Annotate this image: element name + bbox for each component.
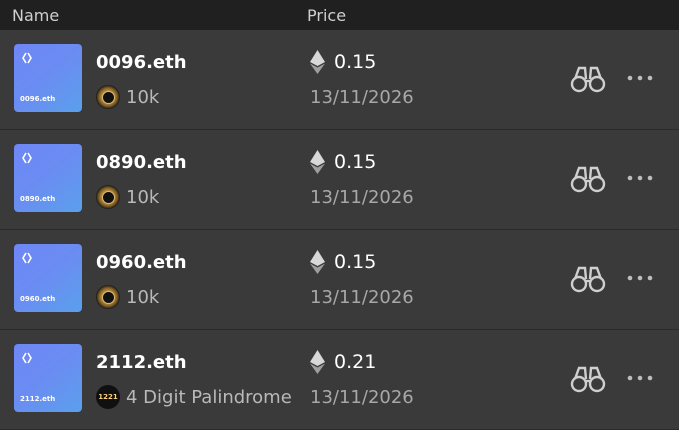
domain-thumbnail[interactable]: 0096.eth <box>14 44 82 112</box>
ens-logo-icon <box>22 352 32 364</box>
table-row[interactable]: 2112.eth 2112.eth 1221 4 Digit Palindrom… <box>0 330 679 430</box>
domain-name[interactable]: 0096.eth <box>96 52 187 73</box>
domain-tag: 10k <box>96 185 298 209</box>
domain-tag: 10k <box>96 85 298 109</box>
ens-logo-icon <box>22 52 32 64</box>
table-header: Name Price <box>0 0 679 30</box>
domain-name[interactable]: 2112.eth <box>96 352 187 373</box>
binoculars-icon[interactable] <box>570 165 606 193</box>
price-value: 0.15 <box>334 251 377 273</box>
ethereum-icon <box>310 350 325 374</box>
expiry-date: 13/11/2026 <box>310 287 414 308</box>
column-header-name[interactable]: Name <box>12 6 59 25</box>
ethereum-icon <box>310 50 325 74</box>
table-row[interactable]: 0890.eth 0890.eth 10k 0.15 13/11/2026 <box>0 130 679 230</box>
domain-thumbnail[interactable]: 0890.eth <box>14 144 82 212</box>
table-row[interactable]: 0960.eth 0960.eth 10k 0.15 13/11/2026 <box>0 230 679 330</box>
price: 0.15 <box>310 150 376 174</box>
price-value: 0.15 <box>334 51 377 73</box>
more-horizontal-icon[interactable] <box>627 370 653 386</box>
more-horizontal-icon[interactable] <box>627 270 653 286</box>
price-value: 0.21 <box>334 351 377 373</box>
thumbnail-label: 0890.eth <box>20 195 56 203</box>
price-value: 0.15 <box>334 151 377 173</box>
tag-label: 10k <box>126 86 160 108</box>
binoculars-icon[interactable] <box>570 365 606 393</box>
tag-label: 4 Digit Palindrome <box>126 386 292 408</box>
expiry-date: 13/11/2026 <box>310 187 414 208</box>
ethereum-icon <box>310 250 325 274</box>
binoculars-icon[interactable] <box>570 265 606 293</box>
expiry-date: 13/11/2026 <box>310 387 414 408</box>
domain-tag: 1221 4 Digit Palindrome <box>96 385 298 409</box>
ethereum-icon <box>310 150 325 174</box>
price: 0.15 <box>310 250 376 274</box>
more-horizontal-icon[interactable] <box>627 70 653 86</box>
ens-logo-icon <box>22 152 32 164</box>
thumbnail-label: 0960.eth <box>20 295 56 303</box>
10k-club-badge-icon <box>96 285 120 309</box>
column-header-price[interactable]: Price <box>307 6 346 25</box>
tag-label: 10k <box>126 286 160 308</box>
tag-label: 10k <box>126 186 160 208</box>
price: 0.21 <box>310 350 376 374</box>
expiry-date: 13/11/2026 <box>310 87 414 108</box>
domain-name[interactable]: 0960.eth <box>96 252 187 273</box>
table-row[interactable]: 0096.eth 0096.eth 10k 0.15 13/11/2026 <box>0 30 679 130</box>
domain-thumbnail[interactable]: 0960.eth <box>14 244 82 312</box>
palindrome-badge-icon: 1221 <box>96 385 120 409</box>
10k-club-badge-icon <box>96 185 120 209</box>
thumbnail-label: 0096.eth <box>20 95 56 103</box>
domain-tag: 10k <box>96 285 298 309</box>
domain-name[interactable]: 0890.eth <box>96 152 187 173</box>
more-horizontal-icon[interactable] <box>627 170 653 186</box>
binoculars-icon[interactable] <box>570 65 606 93</box>
10k-club-badge-icon <box>96 85 120 109</box>
ens-logo-icon <box>22 252 32 264</box>
price: 0.15 <box>310 50 376 74</box>
thumbnail-label: 2112.eth <box>20 395 56 403</box>
domain-thumbnail[interactable]: 2112.eth <box>14 344 82 412</box>
